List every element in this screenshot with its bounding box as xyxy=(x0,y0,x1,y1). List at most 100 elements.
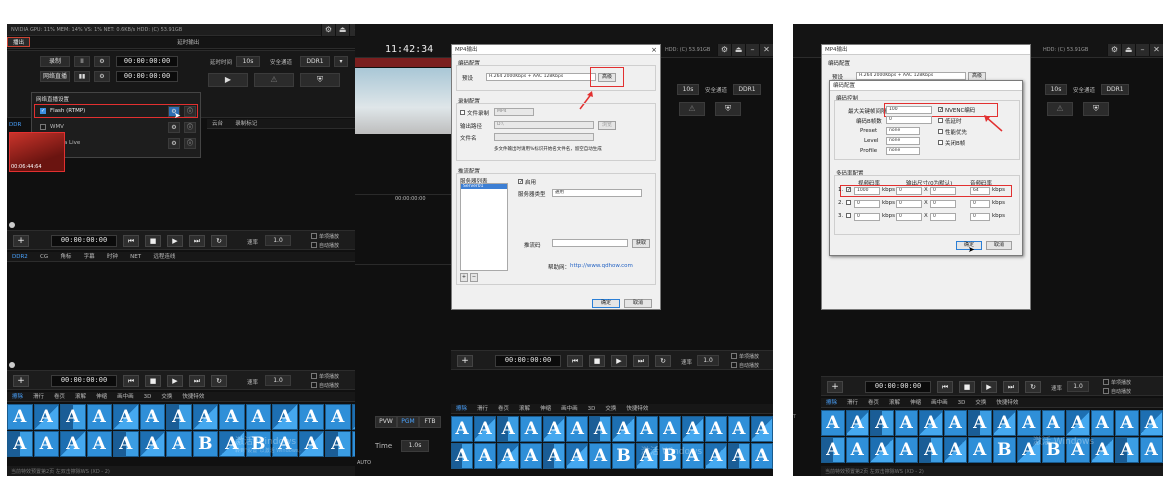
shield-icon[interactable]: ⛨ xyxy=(1083,102,1109,116)
tab-transition[interactable]: 3D xyxy=(583,404,601,414)
shield-icon[interactable]: ⛨ xyxy=(715,102,741,116)
add-icon[interactable]: + xyxy=(457,355,473,367)
wmv-settings-icon[interactable]: ⚙ xyxy=(168,122,180,133)
transition-thumbnail[interactable]: A xyxy=(1139,410,1163,436)
transition-thumbnail[interactable]: A xyxy=(968,437,992,463)
loop-icon[interactable]: ↻ xyxy=(211,235,227,247)
transition-thumbnail[interactable]: A xyxy=(166,431,192,457)
transition-thumbnail[interactable]: A xyxy=(658,416,681,442)
close-icon[interactable]: ✕ xyxy=(1149,44,1163,56)
single-play-checkbox[interactable] xyxy=(1103,379,1109,385)
transition-thumbnail[interactable]: A xyxy=(497,443,520,469)
settings-icon[interactable]: ⚙ xyxy=(321,24,335,36)
pgm-button[interactable]: PGM xyxy=(397,416,419,428)
delay-time-select[interactable]: 10s xyxy=(236,56,260,67)
tab-broadcast[interactable]: 播出 xyxy=(7,37,31,47)
tab-ddr2[interactable]: DDR2 xyxy=(7,252,33,262)
wmv-checkbox[interactable] xyxy=(40,124,46,130)
tab-transition[interactable]: 3D xyxy=(139,392,157,402)
auto-play-checkbox[interactable] xyxy=(731,362,737,368)
window-icon[interactable]: ⏏ xyxy=(731,44,745,56)
stop-icon[interactable]: ■ xyxy=(145,235,161,247)
stream-settings-icon[interactable]: ⚙ xyxy=(94,71,110,82)
transition-thumbnail[interactable]: A xyxy=(7,404,33,430)
window-icon[interactable]: ⏏ xyxy=(1121,44,1135,56)
transition-thumbnail[interactable]: A xyxy=(192,404,218,430)
tab-ddr[interactable]: DDR xyxy=(9,122,21,128)
transition-thumbnail[interactable]: A xyxy=(968,410,992,436)
transition-thumbnail[interactable]: A xyxy=(139,431,165,457)
tab-clock[interactable]: 时钟 xyxy=(102,252,123,262)
transition-thumbnail[interactable]: A xyxy=(451,416,474,442)
record-button[interactable]: 录制 xyxy=(40,56,70,67)
enable-checkbox[interactable]: ✓ xyxy=(518,179,523,185)
tab-cloud[interactable]: 云台 xyxy=(207,119,228,129)
transition-thumbnail[interactable]: B xyxy=(612,443,635,469)
transition-thumbnail[interactable]: A xyxy=(845,437,869,463)
transition-thumbnail[interactable]: A xyxy=(7,431,33,457)
tab-cg[interactable]: CG xyxy=(35,252,53,262)
settings-icon[interactable]: ⚙ xyxy=(717,44,731,56)
height-input[interactable]: 0 xyxy=(930,213,956,221)
add-icon[interactable]: + xyxy=(13,375,29,387)
transition-thumbnail[interactable]: A xyxy=(86,431,112,457)
transition-thumbnail[interactable]: A xyxy=(86,404,112,430)
stop-icon[interactable]: ■ xyxy=(589,355,605,367)
transition-thumbnail[interactable]: A xyxy=(543,443,566,469)
single-play-checkbox[interactable] xyxy=(311,233,317,239)
tab-transition[interactable]: 滚解 xyxy=(884,398,905,408)
pause-button[interactable]: II xyxy=(74,56,90,67)
transition-thumbnail[interactable]: A xyxy=(1115,410,1139,436)
output-path-input[interactable]: D:\ xyxy=(494,121,594,129)
get-button[interactable]: 获取 xyxy=(632,239,650,248)
safe-channel-select[interactable]: DDR1 xyxy=(300,56,330,67)
transition-thumbnail[interactable]: A xyxy=(635,416,658,442)
transition-thumbnail[interactable]: A xyxy=(543,416,566,442)
add-server-icon[interactable]: + xyxy=(460,273,468,282)
nvidia-settings-icon[interactable]: ⚙ xyxy=(168,138,180,149)
transition-thumbnail[interactable]: A xyxy=(870,437,894,463)
tab-transition[interactable]: 擦除 xyxy=(821,398,842,408)
close-icon[interactable]: ✕ xyxy=(759,44,773,56)
warning-icon[interactable]: ⚠ xyxy=(1047,102,1073,116)
cancel-button[interactable]: 取消 xyxy=(986,241,1012,250)
tab-remote[interactable]: 远程连线 xyxy=(148,252,180,262)
transition-thumbnail[interactable]: A xyxy=(497,416,520,442)
tab-transition[interactable]: 交换 xyxy=(156,392,177,402)
transition-thumbnail[interactable]: A xyxy=(681,416,704,442)
transition-thumbnail[interactable]: A xyxy=(612,416,635,442)
video-bitrate-input[interactable]: 1000 xyxy=(854,187,880,195)
transition-thumbnail[interactable]: A xyxy=(727,443,750,469)
transition-thumbnail[interactable]: B xyxy=(192,431,218,457)
transition-thumbnail[interactable]: A xyxy=(894,437,918,463)
preset-select[interactable]: H.264 2000Kbps + AAC 128Kbps xyxy=(856,72,966,80)
transition-thumbnail[interactable]: A xyxy=(704,416,727,442)
browse-button[interactable]: 浏览 xyxy=(598,121,616,130)
transition-thumbnail[interactable]: A xyxy=(821,410,845,436)
transition-thumbnail[interactable]: A xyxy=(113,404,139,430)
tab-transition[interactable]: 卷页 xyxy=(493,404,514,414)
transition-thumbnail[interactable]: A xyxy=(245,404,271,430)
flash-checkbox[interactable]: ✓ xyxy=(40,108,46,114)
tab-transition[interactable]: 伸缩 xyxy=(91,392,112,402)
transition-thumbnail[interactable]: A xyxy=(750,416,773,442)
ftb-button[interactable]: FTB xyxy=(419,416,441,428)
tab-transition[interactable]: 卷页 xyxy=(49,392,70,402)
add-icon[interactable]: + xyxy=(13,235,29,247)
single-play-checkbox[interactable] xyxy=(311,373,317,379)
safe-channel-select[interactable]: DDR1 xyxy=(1101,84,1129,95)
transition-thumbnail[interactable]: A xyxy=(33,431,59,457)
height-input[interactable]: 0 xyxy=(930,200,956,208)
safe-channel-select[interactable]: DDR1 xyxy=(733,84,761,95)
auto-button[interactable]: AUTO xyxy=(357,460,371,466)
play-icon[interactable]: ▶ xyxy=(167,235,183,247)
transition-thumbnail[interactable]: A xyxy=(943,437,967,463)
transition-thumbnail[interactable]: A xyxy=(566,416,589,442)
tab-record-mark[interactable]: 录制标记 xyxy=(230,119,262,129)
ok-button[interactable]: 确定 xyxy=(592,299,620,308)
transition-thumbnail[interactable]: A xyxy=(1066,410,1090,436)
minimize-icon[interactable]: – xyxy=(745,44,759,56)
row-enable-checkbox[interactable] xyxy=(846,200,851,205)
transition-thumbnail[interactable]: A xyxy=(60,404,86,430)
stream-button[interactable]: 网络直播 xyxy=(40,71,70,82)
